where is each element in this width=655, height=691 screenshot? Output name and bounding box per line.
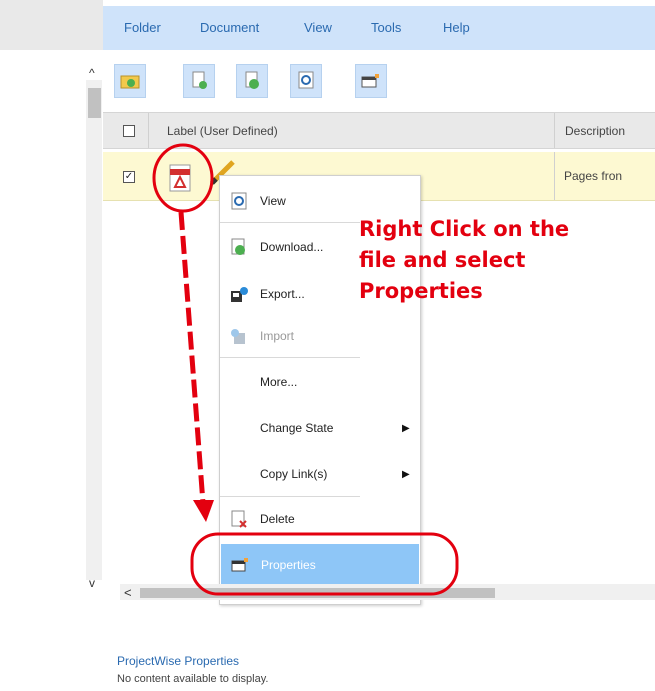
highlight-circle-properties [190, 532, 459, 596]
annotation-line: Properties [359, 279, 483, 303]
highlight-circle-file [152, 143, 214, 213]
annotation-line: file and select [359, 248, 526, 272]
annotation-overlay [152, 143, 459, 596]
annotation-arrow-head-icon [193, 500, 214, 522]
annotation-line: Right Click on the [359, 217, 570, 241]
properties-panel-empty: No content available to display. [117, 673, 269, 685]
annotation-text: Right Click on the file and select Prope… [359, 214, 655, 307]
properties-panel-title: ProjectWise Properties [117, 654, 240, 668]
annotation-arrow-shaft [178, 211, 206, 504]
